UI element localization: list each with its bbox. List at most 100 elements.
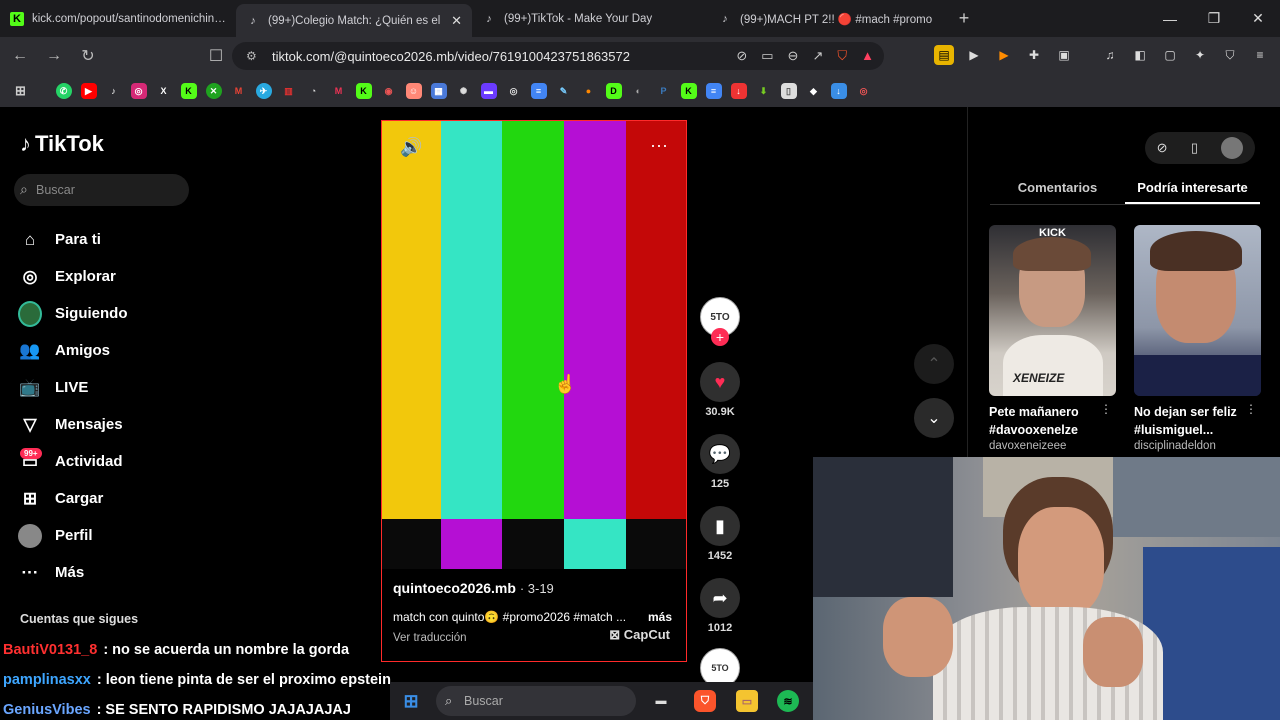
vpn-icon[interactable]: ⛉ [1220, 45, 1240, 65]
x-icon[interactable]: X [156, 83, 172, 99]
card-menu-icon[interactable]: ⋮ [1245, 402, 1257, 416]
menu-icon[interactable]: ≡ [1250, 45, 1270, 65]
docs-icon[interactable]: ≡ [705, 83, 722, 99]
mail-bookmark-icon[interactable]: M [331, 83, 347, 99]
compass-small-icon[interactable]: ⊘ [1157, 140, 1168, 156]
download-green-icon[interactable]: ⬇ [756, 83, 772, 99]
brave-rewards-icon[interactable]: ▲ [861, 48, 874, 64]
pen-icon[interactable]: ✎ [556, 83, 572, 99]
maximize-icon[interactable]: ❐ [1192, 0, 1236, 37]
spotify-icon[interactable]: ≋ [777, 690, 799, 712]
close-tab-icon[interactable]: ✕ [451, 13, 462, 29]
save-button[interactable]: ▮ [700, 506, 740, 546]
user-avatar[interactable] [1221, 137, 1244, 159]
screenshot-icon[interactable]: ▣ [1054, 45, 1074, 65]
leo-icon[interactable]: ✦ [1190, 45, 1210, 65]
site-info-icon[interactable]: ⚙ [246, 49, 257, 63]
openai-icon[interactable]: ◎ [506, 83, 522, 99]
see-translation[interactable]: Ver traducción [393, 632, 467, 644]
windows-start-icon[interactable]: ⊞ [400, 690, 422, 712]
brave-icon[interactable]: ⛉ [694, 690, 716, 712]
puzzle-icon[interactable]: ✚ [1024, 45, 1044, 65]
video-player[interactable]: 🔊 ··· quintoeco2026.mb · 3-19 match con … [381, 120, 687, 662]
tiktok-bookmark-icon[interactable]: ♪ [106, 83, 122, 99]
brave-shield-icon[interactable]: ⛉ [837, 48, 847, 64]
phone-icon[interactable]: ▯ [1191, 140, 1198, 156]
task-view-icon[interactable]: ▬ [650, 690, 672, 712]
new-tab-button[interactable]: + [944, 0, 984, 37]
sidebar-icon[interactable]: ◧ [1130, 45, 1150, 65]
kick-bookmark-icon[interactable]: K [355, 83, 372, 99]
play-ext-icon[interactable]: ▶ [964, 45, 984, 65]
like-button[interactable]: ♥ [700, 362, 740, 402]
forward-icon[interactable]: → [40, 47, 68, 65]
comment-button[interactable]: 💬 [700, 434, 740, 474]
grid-bookmark-icon[interactable]: ▦ [430, 83, 447, 99]
back-icon[interactable]: ← [6, 47, 34, 65]
tab-colegio-match[interactable]: ♪ (99+)Colegio Match: ¿Quién es el ✕ [236, 4, 472, 37]
app-icon[interactable]: ✈ [255, 83, 272, 99]
target-icon[interactable]: ◎ [856, 83, 872, 99]
d-icon[interactable]: D [605, 83, 622, 99]
chat-bookmark-icon[interactable]: ▬ [480, 83, 497, 99]
zoom-icon[interactable]: ⊖ [788, 48, 799, 64]
video-username[interactable]: quintoeco2026.mb [393, 580, 516, 596]
suggested-video-card[interactable]: No dejan ser feliz #luismiguel... discip… [1134, 225, 1261, 452]
gmail-icon[interactable]: M [231, 83, 247, 99]
media-icon[interactable]: ♫ [1100, 45, 1120, 65]
card-title[interactable]: Pete mañanero #davooxenelze [989, 403, 1116, 439]
whatsapp-icon[interactable]: ✆ [55, 83, 72, 99]
music-bookmark-icon[interactable]: ◔ [306, 83, 322, 99]
sidebar-item-cargar[interactable]: ⊞ Cargar [18, 480, 128, 517]
next-video-button[interactable]: ⌄ [914, 398, 954, 438]
reload-icon[interactable]: ↻ [74, 46, 102, 66]
bookmark-icon[interactable]: ☐ [202, 46, 230, 66]
bookmark-app-icon[interactable]: ☺ [405, 83, 422, 99]
file-explorer-icon[interactable]: ▭ [736, 690, 758, 712]
cast-icon[interactable]: ▭ [761, 48, 773, 64]
follow-plus-icon[interactable]: + [711, 328, 729, 346]
record-icon[interactable]: ◉ [381, 83, 397, 99]
more-link[interactable]: más [648, 610, 672, 624]
sidebar-item-amigos[interactable]: 👥 Amigos [18, 332, 128, 369]
search-input[interactable]: ⌕ Buscar [14, 174, 189, 206]
globe-icon[interactable]: ◐ [631, 83, 647, 99]
dot-icon[interactable]: ● [581, 83, 597, 99]
share-icon[interactable]: ↗ [812, 48, 823, 64]
sidebar-item-live[interactable]: 📺 LIVE [18, 369, 128, 406]
minimize-icon[interactable]: — [1148, 0, 1192, 37]
sidebar-item-mas[interactable]: ··· Más [18, 554, 128, 591]
card-title[interactable]: No dejan ser feliz #luismiguel... [1134, 403, 1261, 439]
paypal-icon[interactable]: P [656, 83, 672, 99]
tab-kick-chat[interactable]: K kick.com/popout/santinodomenichini/cha… [0, 0, 236, 37]
video-author[interactable]: quintoeco2026.mb · 3-19 [393, 580, 554, 596]
sidebar-item-perfil[interactable]: Perfil [18, 517, 128, 554]
sidebar-item-siguiendo[interactable]: Siguiendo [18, 295, 128, 332]
card-author[interactable]: davoxeneizeee [989, 440, 1116, 452]
taskbar-search[interactable]: ⌕ Buscar [436, 686, 636, 716]
wallet-ext-icon[interactable]: ▤ [934, 45, 954, 65]
instagram-icon[interactable]: ◎ [130, 83, 147, 99]
close-window-icon[interactable]: ✕ [1236, 0, 1280, 37]
kick-bookmark-icon[interactable]: K [680, 83, 697, 99]
share-button[interactable]: ➦ [700, 578, 740, 618]
block-icon[interactable]: ⊘ [736, 48, 747, 64]
page-icon[interactable]: ▯ [780, 83, 797, 99]
sidebar-item-actividad[interactable]: ▭ 99+ Actividad [18, 443, 128, 480]
diamond-icon[interactable]: ◆ [806, 83, 822, 99]
tab-tiktok-home[interactable]: ♪ (99+)TikTok - Make Your Day [472, 0, 708, 37]
wallet-icon[interactable]: ▢ [1160, 45, 1180, 65]
kick-bookmark-icon[interactable]: K [180, 83, 197, 99]
previous-video-button[interactable]: ⌃ [914, 344, 954, 384]
chatgpt-icon[interactable]: ✺ [456, 83, 472, 99]
download-blue-icon[interactable]: ↓ [830, 83, 847, 99]
sidebar-item-explorar[interactable]: ◎ Explorar [18, 258, 128, 295]
tab-podria-interesarte[interactable]: Podría interesarte [1125, 171, 1260, 204]
tab-comentarios[interactable]: Comentarios [990, 171, 1125, 204]
address-bar[interactable]: ⚙ tiktok.com/@quintoeco2026.mb/video/761… [232, 42, 884, 70]
youtube-icon[interactable]: ▶ [80, 83, 97, 99]
download-red-icon[interactable]: ↓ [730, 83, 747, 99]
video-thumbnail[interactable] [1134, 225, 1261, 396]
apps-grid-icon[interactable]: ⊞ [13, 83, 29, 99]
volume-icon[interactable]: 🔊 [400, 137, 422, 158]
